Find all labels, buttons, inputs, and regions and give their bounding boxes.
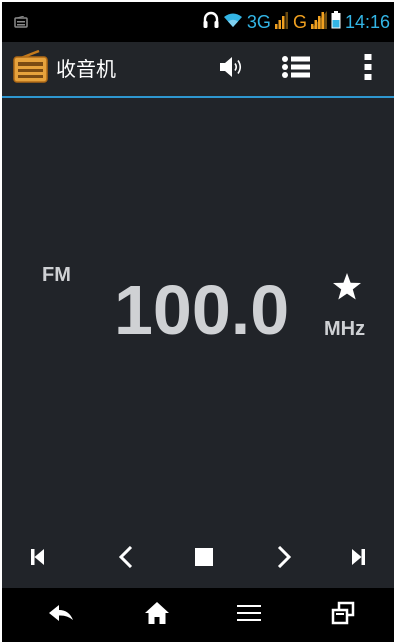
seek-next-station-button[interactable]	[328, 536, 388, 582]
status-icons: 3G G 14:16	[203, 2, 390, 42]
status-bar: 3G G 14:16	[2, 2, 394, 42]
frequency-display: 100.0	[114, 271, 290, 349]
menu-icon	[237, 604, 261, 626]
battery-icon	[331, 11, 341, 33]
home-button[interactable]	[122, 588, 192, 642]
back-button[interactable]	[26, 588, 96, 642]
speaker-button[interactable]	[212, 42, 252, 96]
tune-down-button[interactable]	[96, 536, 156, 582]
headset-icon	[203, 11, 219, 33]
recent-apps-icon	[331, 601, 355, 629]
star-icon	[332, 273, 362, 305]
back-icon	[47, 604, 75, 626]
radio-notification-icon	[14, 2, 28, 42]
more-vert-icon	[364, 54, 372, 84]
network-3g-label: 3G	[246, 11, 271, 32]
next-icon	[277, 545, 292, 572]
radio-app-icon[interactable]	[13, 49, 49, 88]
wifi-icon	[223, 12, 243, 32]
overflow-menu-button[interactable]	[348, 42, 388, 96]
network-g-label: G	[292, 11, 307, 32]
previous-icon	[118, 545, 133, 572]
action-bar: 收音机	[2, 42, 394, 98]
band-label: FM	[42, 264, 71, 286]
stop-icon	[195, 548, 213, 570]
radio-screen: 3G G 14:16 收音机 FM 100.0 MHz	[2, 2, 394, 642]
frequency-unit: MHz	[324, 318, 366, 340]
channel-list-button[interactable]	[276, 42, 316, 96]
signal-strength-2-icon	[310, 11, 327, 33]
list-icon	[282, 56, 310, 82]
signal-strength-1-icon	[274, 11, 289, 33]
app-title: 收音机	[56, 57, 116, 81]
seek-previous-station-button[interactable]	[8, 536, 68, 582]
tune-up-button[interactable]	[254, 536, 314, 582]
menu-button[interactable]	[214, 588, 284, 642]
recent-apps-button[interactable]	[308, 588, 378, 642]
skip-to-start-icon	[31, 549, 45, 569]
skip-to-end-icon	[351, 549, 365, 569]
playback-controls	[2, 536, 394, 582]
stop-button[interactable]	[174, 536, 234, 582]
speaker-icon	[217, 55, 247, 83]
navigation-bar	[2, 588, 394, 642]
clock: 14:16	[344, 11, 390, 32]
favorite-button[interactable]	[332, 272, 362, 305]
home-icon	[144, 601, 170, 629]
